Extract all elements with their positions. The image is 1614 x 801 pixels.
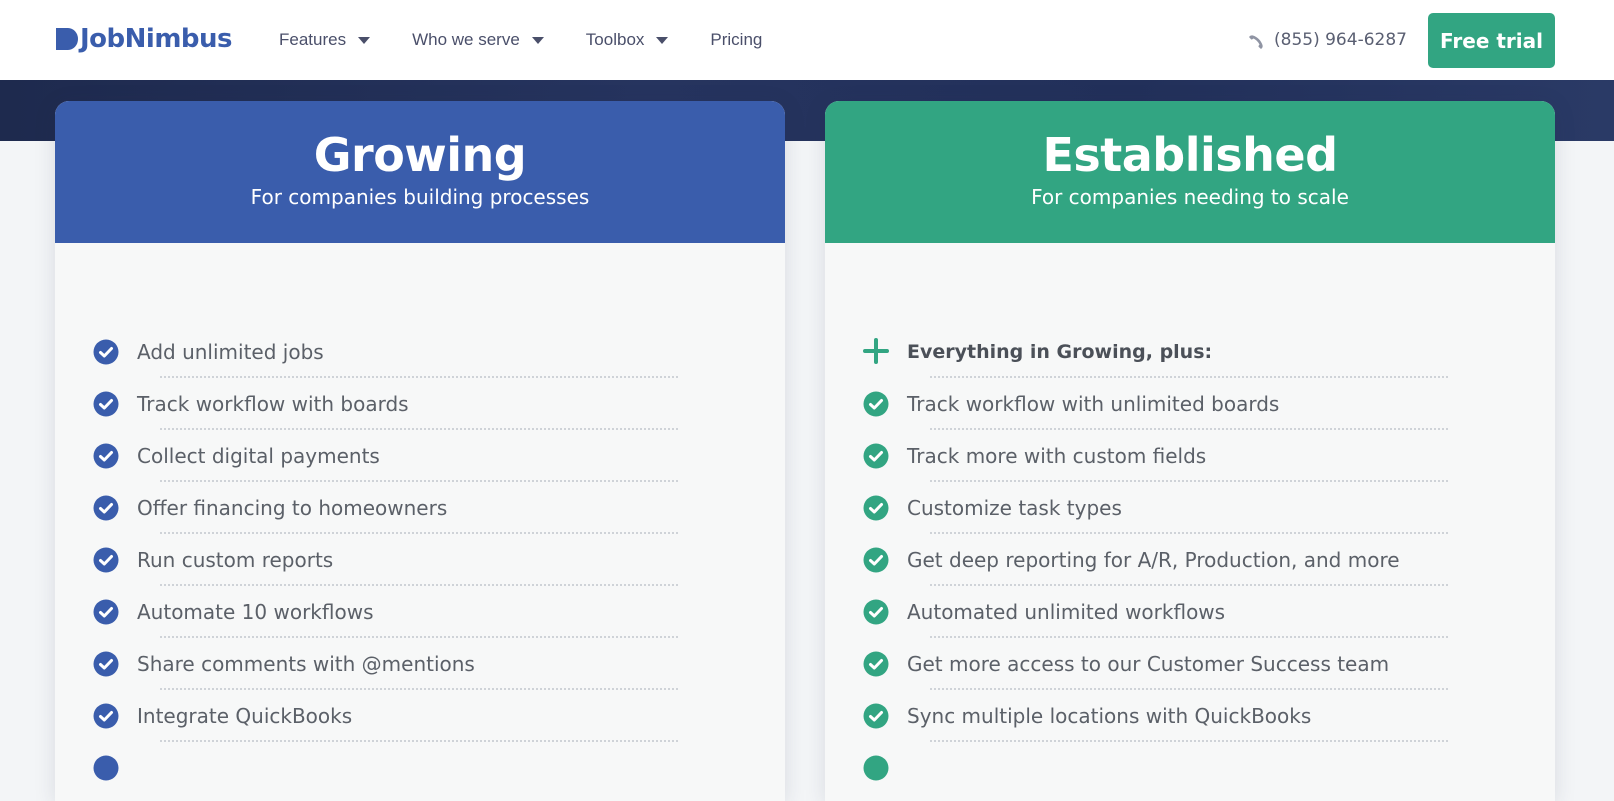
feature-text: Get more access to our Customer Success … — [907, 652, 1390, 676]
feature-text: Offer financing to homeowners — [137, 496, 448, 520]
feature-text: Share comments with @mentions — [137, 652, 475, 676]
phone-link[interactable]: (855) 964-6287 — [1246, 28, 1407, 52]
caret-down-icon — [656, 36, 669, 44]
nav-item-label: Pricing — [710, 30, 763, 49]
feature-list-growing: Add unlimited jobs Track workflow with b… — [55, 338, 785, 801]
caret-down-icon — [531, 36, 544, 44]
check-circle-icon — [863, 443, 889, 469]
divider — [930, 532, 1448, 534]
feature-intro-text: Everything in Growing, plus: — [907, 341, 1213, 363]
nav-item-toolbox[interactable]: Toolbox — [586, 30, 669, 50]
divider — [160, 584, 678, 586]
logo-link[interactable]: JobNimbus — [54, 24, 233, 54]
feature-text: Run custom reports — [137, 548, 334, 572]
feature-item: Automated unlimited workflows — [825, 598, 1555, 650]
check-circle-icon — [863, 495, 889, 521]
feature-intro: Everything in Growing, plus: — [825, 338, 1555, 390]
nav-item-label: Features — [279, 30, 347, 49]
plus-icon — [863, 338, 889, 364]
feature-item: Track workflow with boards — [55, 390, 785, 442]
divider — [930, 376, 1448, 378]
divider — [930, 480, 1448, 482]
check-circle-icon — [93, 391, 119, 417]
feature-item: Offer financing to homeowners — [55, 494, 785, 546]
divider — [930, 688, 1448, 690]
feature-item: Automate 10 workflows — [55, 598, 785, 650]
nav-item-label: Who we serve — [412, 30, 520, 49]
check-circle-icon — [93, 703, 119, 729]
feature-text: Track workflow with unlimited boards — [907, 392, 1280, 416]
feature-item: Sync multiple locations with QuickBooks — [825, 702, 1555, 754]
divider — [160, 428, 678, 430]
check-circle-icon — [863, 391, 889, 417]
check-circle-icon — [93, 547, 119, 573]
feature-text: Automate 10 workflows — [137, 600, 374, 624]
check-circle-icon — [93, 339, 119, 365]
feature-item: Track more with custom fields — [825, 442, 1555, 494]
check-circle-icon — [93, 443, 119, 469]
feature-item: Share comments with @mentions — [55, 650, 785, 702]
feature-text: Track more with custom fields — [907, 444, 1207, 468]
nav-item-label: Toolbox — [585, 30, 645, 49]
check-circle-icon — [863, 703, 889, 729]
phone-icon — [1249, 35, 1263, 49]
feature-item: Track workflow with unlimited boards — [825, 390, 1555, 442]
top-navbar: JobNimbus Features Who we serve Toolbox … — [0, 0, 1614, 80]
logo-icon — [56, 28, 78, 50]
check-circle-icon — [863, 651, 889, 677]
feature-item: Collect digital payments — [55, 442, 785, 494]
check-circle-icon — [93, 651, 119, 677]
caret-down-icon — [358, 36, 371, 44]
feature-text: Integrate QuickBooks — [137, 704, 353, 728]
phone-number: (855) 964-6287 — [1274, 30, 1407, 50]
plan-subtitle: For companies needing to scale — [1031, 185, 1349, 209]
feature-item: Customize task types — [825, 494, 1555, 546]
feature-item: Add unlimited jobs — [55, 338, 785, 390]
free-trial-button[interactable]: Free trial — [1428, 13, 1555, 68]
feature-item: Run custom reports — [55, 546, 785, 598]
plan-card-growing: Growing For companies building processes… — [55, 101, 785, 801]
divider — [160, 688, 678, 690]
plan-header-established: Established For companies needing to sca… — [825, 101, 1555, 243]
plan-subtitle: For companies building processes — [250, 185, 590, 209]
divider — [930, 740, 1448, 742]
divider — [930, 584, 1448, 586]
check-circle-icon — [93, 495, 119, 521]
main-nav: Features Who we serve Toolbox Pricing — [279, 0, 804, 80]
check-circle-icon — [863, 547, 889, 573]
nav-item-pricing[interactable]: Pricing — [710, 30, 762, 50]
plan-card-established: Established For companies needing to sca… — [825, 101, 1555, 801]
plan-title: Growing — [313, 128, 527, 182]
feature-text: Automated unlimited workflows — [907, 600, 1226, 624]
check-circle-icon — [863, 599, 889, 625]
feature-item-partial — [55, 754, 785, 801]
divider — [160, 740, 678, 742]
feature-text: Track workflow with boards — [137, 392, 409, 416]
check-circle-icon — [863, 755, 889, 781]
feature-item-partial — [825, 754, 1555, 801]
divider — [930, 636, 1448, 638]
feature-item: Get more access to our Customer Success … — [825, 650, 1555, 702]
nav-item-who-we-serve[interactable]: Who we serve — [412, 30, 544, 50]
feature-item: Integrate QuickBooks — [55, 702, 785, 754]
logo-text: JobNimbus — [80, 24, 233, 54]
feature-list-established: Everything in Growing, plus: Track workf… — [825, 338, 1555, 801]
check-circle-icon — [93, 599, 119, 625]
plan-header-growing: Growing For companies building processes — [55, 101, 785, 243]
feature-item: Get deep reporting for A/R, Production, … — [825, 546, 1555, 598]
feature-text: Sync multiple locations with QuickBooks — [907, 704, 1312, 728]
divider — [160, 532, 678, 534]
feature-text: Collect digital payments — [137, 444, 380, 468]
divider — [160, 376, 678, 378]
plan-title: Established — [1042, 128, 1338, 182]
feature-text: Add unlimited jobs — [137, 340, 324, 364]
check-circle-icon — [93, 755, 119, 781]
nav-item-features[interactable]: Features — [279, 30, 371, 50]
divider — [160, 480, 678, 482]
divider — [160, 636, 678, 638]
divider — [930, 428, 1448, 430]
feature-text: Get deep reporting for A/R, Production, … — [907, 548, 1400, 572]
feature-text: Customize task types — [907, 496, 1122, 520]
